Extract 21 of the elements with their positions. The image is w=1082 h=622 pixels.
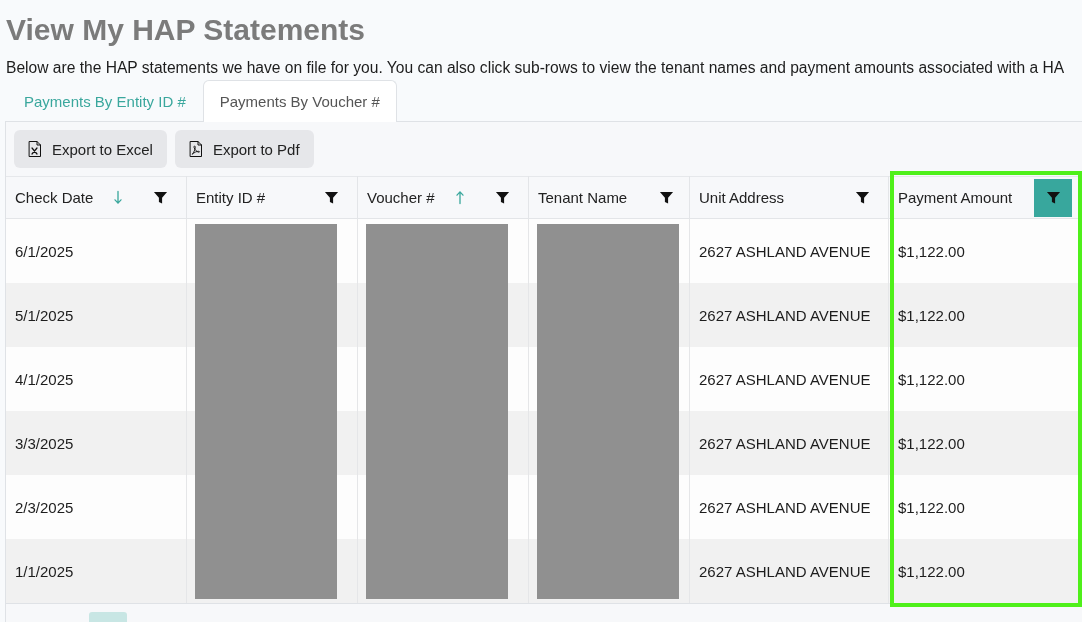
export-button[interactable]: Export to Excel (14, 130, 167, 168)
filter-icon (323, 190, 339, 205)
filter-icon (1045, 190, 1061, 205)
column-header[interactable]: Unit Address (699, 189, 785, 206)
document-icon (188, 141, 203, 157)
export-button[interactable]: Export to Pdf (174, 130, 314, 168)
page-title: View My HAP Statements (6, 12, 367, 48)
column-header[interactable]: Entity ID # (196, 189, 266, 206)
file-x-icon (28, 141, 42, 157)
filter-icon (494, 190, 510, 205)
table-cell: 1/1/2025 (6, 539, 187, 604)
table-cell: $1,122.00 (888, 539, 1080, 604)
column-header[interactable]: Check Date (15, 189, 94, 206)
table-cell: 2627 ASHLAND AVENUE (689, 539, 889, 604)
filter-icon (854, 190, 870, 205)
tab[interactable]: Payments By Voucher # (202, 80, 397, 122)
filter-button[interactable] (1034, 178, 1072, 217)
column-header[interactable]: Voucher # (367, 189, 435, 206)
intro-text: Below are the HAP statements we have on file for you. You can also click sub-rows to view the tenant names and payment amounts associated with a HA (6, 58, 1065, 78)
filter-icon (658, 190, 674, 205)
filter-icon (152, 190, 168, 205)
